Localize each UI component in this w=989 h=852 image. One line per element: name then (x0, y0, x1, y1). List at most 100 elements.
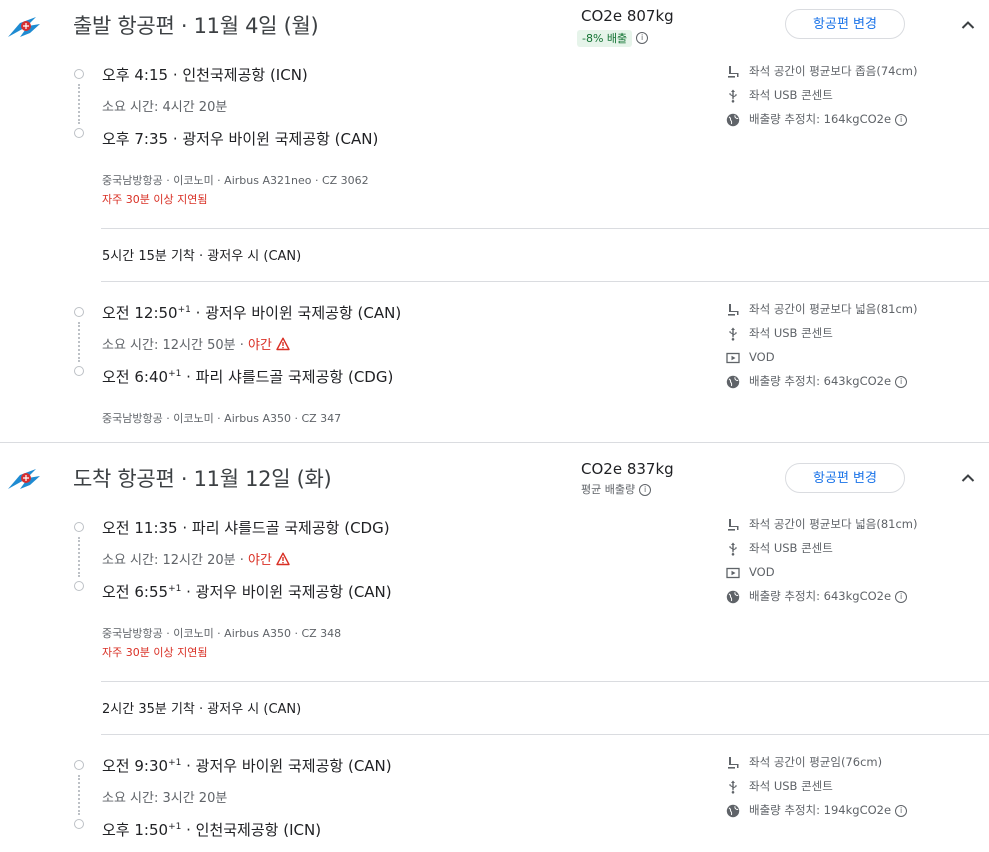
amenity-text: 배출량 추정치: 164kgCO2e (749, 112, 892, 126)
timeline-connector (78, 84, 80, 124)
amenity-emissions: 배출량 추정치: 643kgCO2e i (726, 373, 908, 389)
departure-time: 오후 4:15 (102, 66, 169, 84)
amenity-text: 좌석 공간이 평균보다 좁음(74cm) (749, 64, 918, 78)
info-icon[interactable]: i (639, 484, 652, 496)
amenity-usb: 좌석 USB 콘센트 (726, 778, 833, 794)
timeline-dot (74, 819, 84, 829)
arrival-time-row: 오전 6:40+1 · 파리 샤를드골 국제공항 (CDG) (102, 368, 394, 386)
globe-icon (726, 804, 740, 818)
amenity-legroom: 좌석 공간이 평균임(76cm) (726, 754, 882, 770)
amenity-usb: 좌석 USB 콘센트 (726, 325, 833, 341)
amenity-text: 좌석 USB 콘센트 (749, 326, 833, 340)
arrival-time: 오전 6:40 (102, 368, 169, 386)
flight-meta: 중국남방항공 · 이코노미 · Airbus A350 · CZ 347 (102, 412, 342, 425)
delay-warning: 자주 30분 이상 지연됨 (102, 646, 208, 659)
timeline-dot (74, 581, 84, 591)
timeline-dot (74, 307, 84, 317)
layover-info: 2시간 35분 기착 · 광저우 시 (CAN) (102, 702, 302, 717)
amenity-text: VOD (749, 565, 775, 579)
amenity-usb: 좌석 USB 콘센트 (726, 87, 833, 103)
outbound-co2: CO2e 807kg (581, 7, 674, 25)
amenity-vod: VOD (726, 349, 775, 365)
overnight-label: 야간 (248, 338, 272, 353)
arrival-time-row: 오후 7:35 · 광저우 바이윈 국제공항 (CAN) (102, 130, 379, 148)
flight-meta: 중국남방항공 · 이코노미 · Airbus A350 · CZ 348 (102, 627, 342, 640)
usb-icon (726, 780, 740, 794)
amenity-legroom: 좌석 공간이 평균보다 넓음(81cm) (726, 301, 917, 317)
duration: 소요 시간: 3시간 20분 (102, 791, 228, 806)
globe-icon (726, 590, 740, 604)
vod-icon (726, 351, 740, 365)
departure-time-row: 오후 4:15 · 인천국제공항 (ICN) (102, 66, 308, 84)
outbound-emission-badge-wrap: -8% 배출 i (577, 27, 649, 47)
day-offset: +1 (168, 369, 182, 379)
timeline-connector (78, 322, 80, 362)
day-offset: +1 (177, 305, 191, 315)
amenity-text: 좌석 공간이 평균임(76cm) (749, 755, 883, 769)
timeline-dot (74, 760, 84, 770)
seat-icon (726, 303, 740, 317)
timeline-dot (74, 522, 84, 532)
emission-avg-label: 평균 배출량 (581, 483, 636, 496)
day-offset: +1 (168, 584, 182, 594)
info-icon[interactable]: i (895, 804, 908, 817)
arrival-time: 오후 1:50 (102, 821, 169, 839)
amenity-emissions: 배출량 추정치: 164kgCO2e i (726, 111, 908, 127)
duration: 소요 시간: 4시간 20분 (102, 100, 228, 115)
departure-time: 오전 11:35 (102, 519, 178, 537)
return-co2: CO2e 837kg (581, 460, 674, 478)
duration-row: 소요 시간: 12시간 50분 · 야간 (102, 334, 290, 353)
globe-icon (726, 375, 740, 389)
divider (101, 734, 989, 735)
info-icon[interactable]: i (895, 375, 908, 388)
arrival-time-row: 오후 1:50+1 · 인천국제공항 (ICN) (102, 821, 322, 839)
amenity-text: 배출량 추정치: 194kgCO2e (749, 803, 892, 817)
arrival-time: 오후 7:35 (102, 130, 169, 148)
departure-time: 오전 9:30 (102, 757, 169, 775)
globe-icon (726, 113, 740, 127)
flight-meta: 중국남방항공 · 이코노미 · Airbus A321neo · CZ 3062 (102, 174, 369, 187)
departure-airport: 광저우 바이윈 국제공항 (CAN) (195, 757, 392, 775)
divider (101, 681, 989, 682)
amenity-text: 좌석 USB 콘센트 (749, 541, 833, 555)
departure-time-row: 오전 9:30+1 · 광저우 바이윈 국제공항 (CAN) (102, 757, 392, 775)
amenity-text: 좌석 USB 콘센트 (749, 779, 833, 793)
seat-icon (726, 65, 740, 79)
amenity-usb: 좌석 USB 콘센트 (726, 540, 833, 556)
amenity-text: 좌석 공간이 평균보다 넓음(81cm) (749, 302, 918, 316)
outbound-change-flight-button[interactable]: 항공편 변경 (785, 9, 905, 39)
amenity-text: 좌석 USB 콘센트 (749, 88, 833, 102)
emission-badge: -8% 배출 (577, 30, 633, 47)
departure-airport: 광저우 바이윈 국제공항 (CAN) (205, 304, 402, 322)
timeline-dot (74, 69, 84, 79)
return-emission-avg: 평균 배출량 i (581, 481, 652, 497)
departure-airport: 파리 샤를드골 국제공항 (CDG) (191, 519, 390, 537)
info-icon[interactable]: i (895, 590, 908, 603)
amenity-vod: VOD (726, 564, 775, 580)
seat-icon (726, 518, 740, 532)
departure-time: 오전 12:50 (102, 304, 178, 322)
amenity-text: 좌석 공간이 평균보다 넓음(81cm) (749, 517, 918, 531)
departure-time-row: 오전 11:35 · 파리 샤를드골 국제공항 (CDG) (102, 519, 390, 537)
collapse-chevron-up-icon[interactable] (959, 469, 977, 487)
arrival-airport: 광저우 바이윈 국제공항 (CAN) (182, 130, 379, 148)
departure-time-row: 오전 12:50+1 · 광저우 바이윈 국제공항 (CAN) (102, 304, 402, 322)
overnight-label: 야간 (248, 553, 272, 568)
amenity-emissions: 배출량 추정치: 194kgCO2e i (726, 802, 908, 818)
usb-icon (726, 542, 740, 556)
amenity-emissions: 배출량 추정치: 643kgCO2e i (726, 588, 908, 604)
usb-icon (726, 327, 740, 341)
duration: 소요 시간: 12시간 50분 (102, 338, 236, 353)
info-icon[interactable]: i (636, 31, 649, 44)
delay-warning: 자주 30분 이상 지연됨 (102, 193, 208, 206)
info-icon[interactable]: i (895, 113, 908, 126)
return-change-flight-button[interactable]: 항공편 변경 (785, 463, 905, 493)
arrival-time: 오전 6:55 (102, 583, 169, 601)
collapse-chevron-up-icon[interactable] (959, 16, 977, 34)
layover-info: 5시간 15분 기착 · 광저우 시 (CAN) (102, 249, 302, 264)
timeline-connector (78, 537, 80, 577)
outbound-title: 출발 항공편 · 11월 4일 (월) (73, 14, 319, 38)
vod-icon (726, 566, 740, 580)
day-offset: +1 (168, 758, 182, 768)
duration: 소요 시간: 12시간 20분 (102, 553, 236, 568)
